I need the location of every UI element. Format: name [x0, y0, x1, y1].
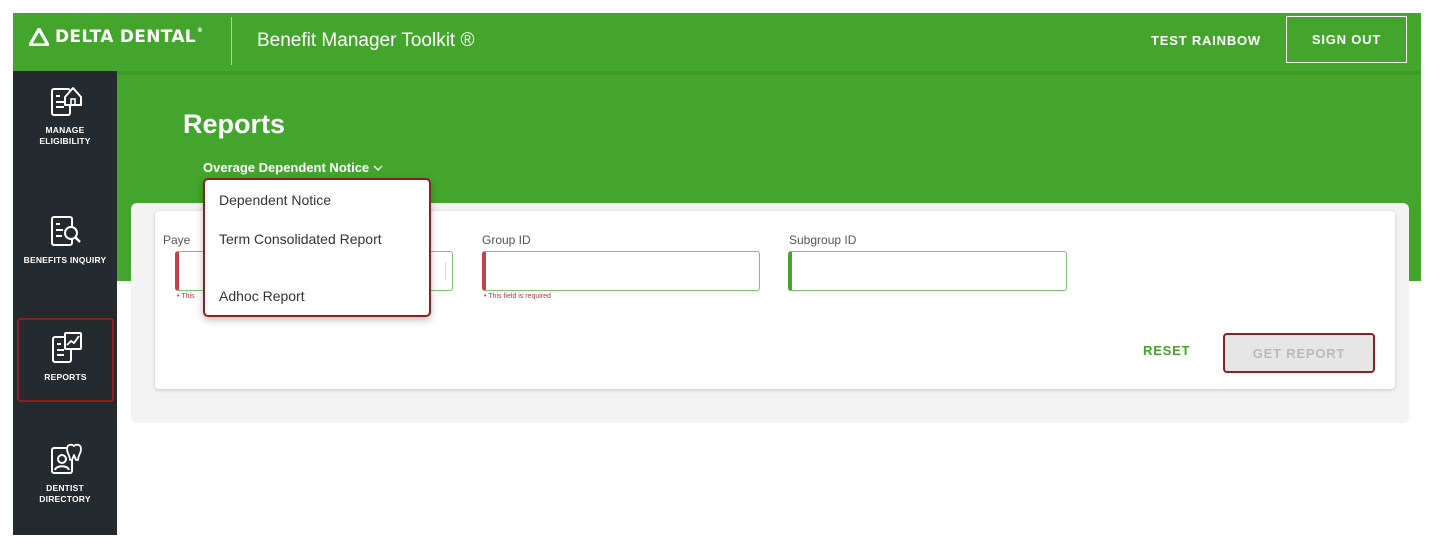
subgroup-id-label: Subgroup ID	[789, 233, 857, 247]
sidebar-item-manage-eligibility[interactable]: MANAGE ELIGIBILITY	[13, 83, 117, 147]
payer-label: Paye	[163, 233, 191, 247]
header-shade-strip	[117, 71, 1421, 75]
group-id-input[interactable]	[482, 251, 760, 291]
app-title: Benefit Manager Toolkit ®	[257, 30, 475, 51]
sidebar-item-label: DENTIST DIRECTORY	[39, 483, 91, 504]
house-document-icon	[51, 87, 82, 116]
menu-item-adhoc-report[interactable]: Adhoc Report	[219, 288, 409, 305]
sidebar: MANAGE ELIGIBILITY BENEFITS INQUIRY REPO…	[13, 71, 117, 535]
brand-name: DELTA DENTAL®	[55, 27, 204, 47]
report-type-selected: Overage Dependent Notice	[203, 160, 370, 175]
sidebar-item-label: MANAGE ELIGIBILITY	[39, 125, 91, 146]
menu-item-term-consolidated-report[interactable]: Term Consolidated Report	[219, 231, 409, 248]
document-search-icon	[51, 216, 81, 246]
page-title: Reports	[183, 109, 286, 139]
reset-button[interactable]: RESET	[1143, 343, 1190, 358]
document-chart-icon	[51, 332, 82, 363]
chevron-down-icon	[373, 165, 383, 171]
delta-triangle-icon	[29, 28, 49, 46]
sidebar-item-reports[interactable]: REPORTS	[17, 318, 114, 402]
report-type-dropdown[interactable]: Overage Dependent Notice	[203, 160, 383, 175]
payer-required-hint: • This	[177, 293, 195, 300]
sidebar-item-dentist-directory[interactable]: DENTIST DIRECTORY	[13, 441, 117, 505]
sidebar-item-label: REPORTS	[44, 372, 87, 382]
delta-dental-logo[interactable]: DELTA DENTAL®	[29, 27, 203, 47]
report-type-menu: Dependent Notice Term Consolidated Repor…	[203, 178, 431, 317]
user-name[interactable]: TEST RAINBOW	[1151, 33, 1261, 48]
get-report-button[interactable]: GET REPORT	[1223, 333, 1375, 373]
header-divider	[231, 17, 232, 65]
group-id-label: Group ID	[482, 233, 531, 247]
top-header: DELTA DENTAL® Benefit Manager Toolkit ® …	[13, 13, 1421, 71]
dentist-tooth-icon	[51, 443, 82, 474]
group-id-required-hint: • This field is required	[484, 293, 551, 300]
sidebar-item-benefits-inquiry[interactable]: BENEFITS INQUIRY	[13, 213, 117, 266]
subgroup-id-input[interactable]	[788, 251, 1067, 291]
sign-out-button[interactable]: SIGN OUT	[1286, 16, 1407, 63]
menu-item-dependent-notice[interactable]: Dependent Notice	[219, 192, 409, 209]
sidebar-item-label: BENEFITS INQUIRY	[23, 255, 107, 265]
select-divider	[445, 262, 446, 280]
app-frame: DELTA DENTAL® Benefit Manager Toolkit ® …	[13, 13, 1421, 535]
